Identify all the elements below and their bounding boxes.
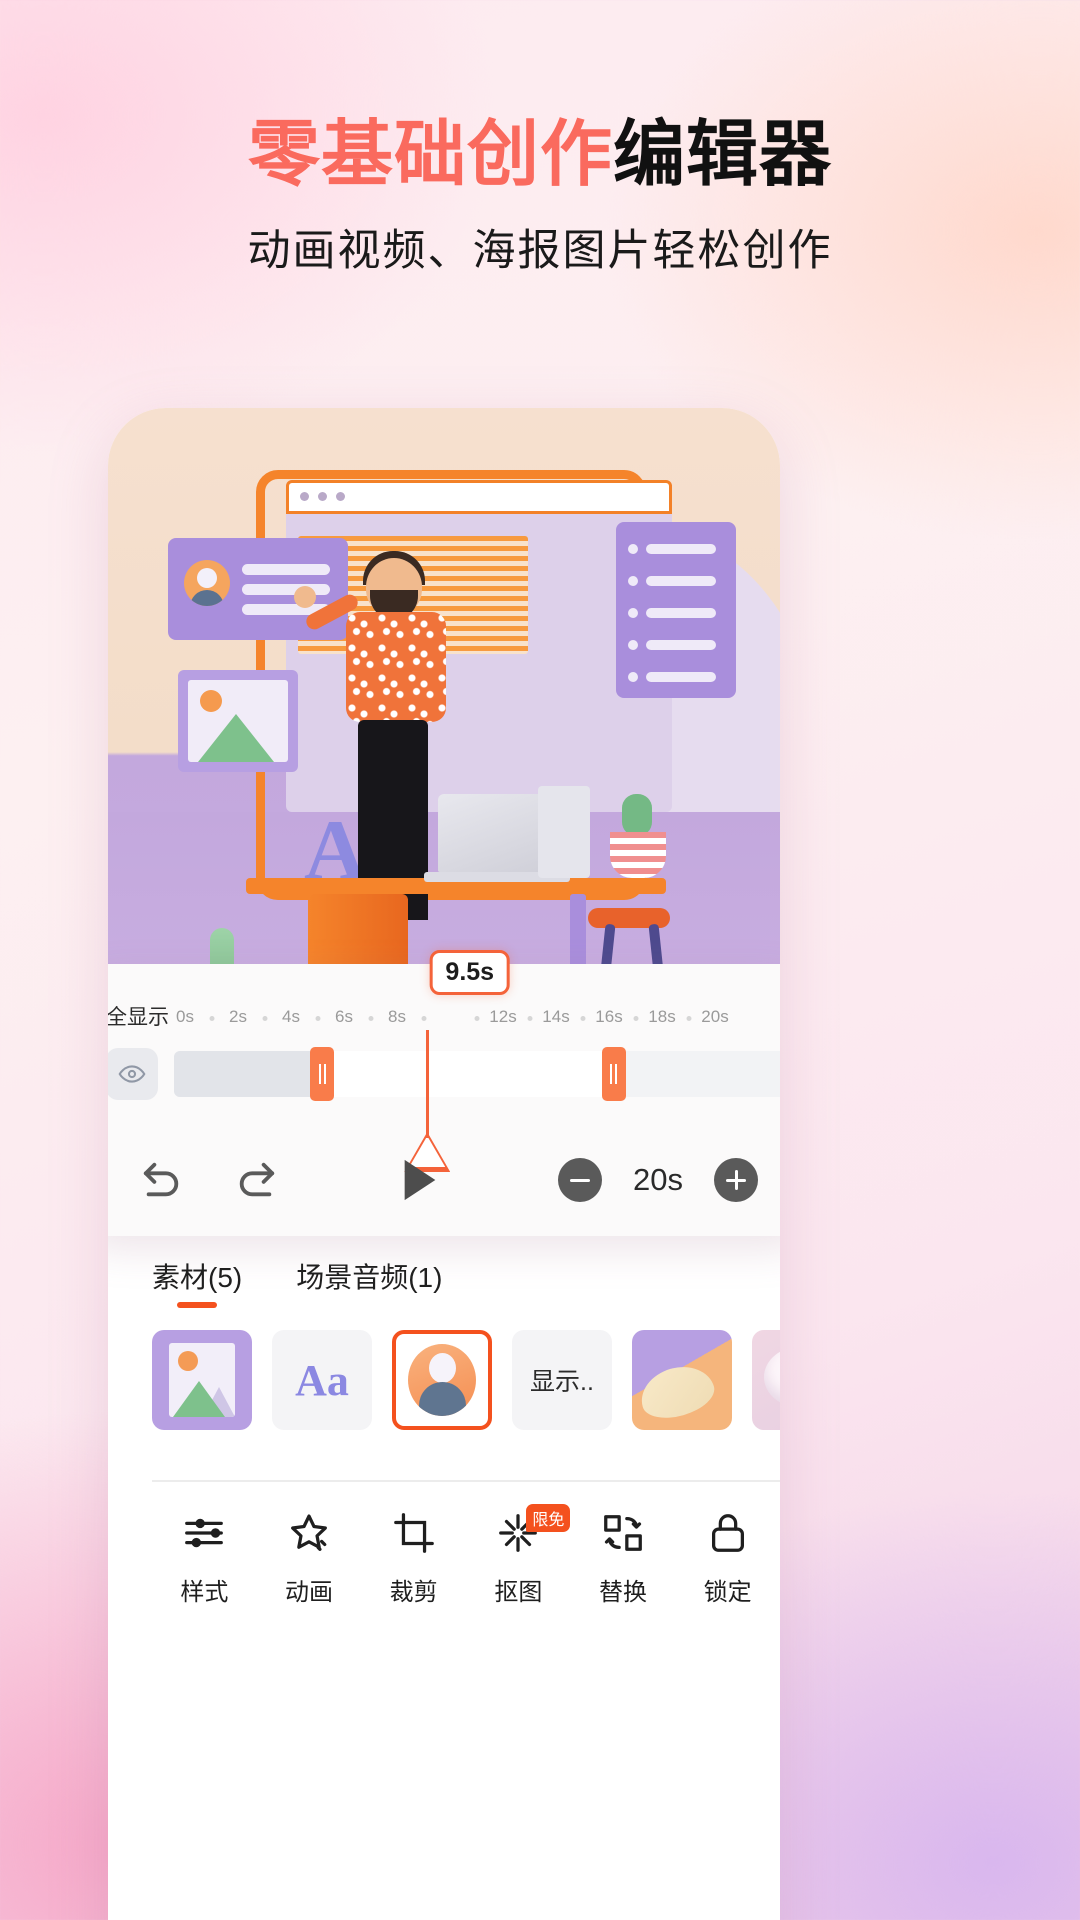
ruler-minor-tick: [315, 1016, 320, 1021]
toolbar-item-lock[interactable]: 锁定: [675, 1510, 780, 1607]
page-title-accent: 零基础创作: [247, 115, 613, 195]
page-title-dark: 编辑器: [613, 115, 833, 195]
toolbar-item-sliders[interactable]: 样式: [152, 1510, 257, 1607]
ruler-minor-tick: [633, 1016, 638, 1021]
ruler-tick: 18s: [648, 1007, 676, 1026]
ruler-minor-tick: [368, 1016, 373, 1021]
swap-icon: [600, 1510, 646, 1556]
text-thumbnail[interactable]: Aa: [272, 1330, 372, 1430]
tab-label: 场景音频(1): [296, 1262, 443, 1293]
trim-handle-right[interactable]: [601, 1047, 626, 1101]
redo-icon[interactable]: [230, 1159, 282, 1201]
tab-1[interactable]: 场景音频(1): [296, 1256, 442, 1308]
ruler-ticks: 0s 2s 4s 6s 8s 12s 14s 16s 18s 20s: [176, 1003, 780, 1029]
ruler-tick: 4s: [282, 1007, 300, 1026]
zoom-out-button[interactable]: [558, 1158, 602, 1202]
timeline-ruler[interactable]: 全显示 0s 2s 4s 6s 8s 12s 14s 16s 18s 20s: [108, 1002, 780, 1030]
ruler-tick: 16s: [595, 1007, 623, 1026]
edit-toolbar: 样式 动画 裁剪 限免 抠图 替换 锁定: [152, 1504, 780, 1630]
timeline-track[interactable]: [174, 1047, 780, 1101]
full-show-label[interactable]: 全显示: [108, 1001, 169, 1031]
ruler-minor-tick: [527, 1016, 532, 1021]
sliders-icon: [181, 1510, 227, 1556]
ruler-minor-tick: [580, 1016, 585, 1021]
toolbar-item-label: 裁剪: [389, 1579, 438, 1606]
current-time-badge[interactable]: 9.5s: [429, 950, 511, 995]
asset-thumbnail-list: Aa 显示..: [152, 1330, 780, 1442]
duration-label: 20s: [633, 1162, 683, 1197]
toolbar-item-magic-wand[interactable]: 限免抠图: [466, 1504, 571, 1607]
toolbar-item-swap[interactable]: 替换: [571, 1510, 676, 1607]
ruler-minor-tick: [686, 1016, 691, 1021]
magic-wand-icon: 限免: [495, 1504, 571, 1556]
avatar-glyph: [408, 1344, 476, 1416]
ruler-tick: 0s: [176, 1007, 194, 1026]
star-icon: [286, 1510, 332, 1556]
zoom-in-button[interactable]: [714, 1158, 758, 1202]
timeline-panel: 全显示 0s 2s 4s 6s 8s 12s 14s 16s 18s 20s 9.5s: [108, 950, 780, 1236]
show-thumbnail[interactable]: 显示..: [512, 1330, 612, 1430]
lock-icon: [705, 1510, 751, 1556]
toolbar-item-star[interactable]: 动画: [257, 1510, 362, 1607]
eye-icon[interactable]: [108, 1048, 158, 1100]
ruler-tick: 12s: [489, 1007, 517, 1026]
tab-label: 素材(5): [152, 1262, 243, 1293]
toolbar-item-label: 动画: [285, 1579, 333, 1606]
ruler-tick: 6s: [335, 1007, 353, 1026]
trim-handle-left[interactable]: [310, 1047, 335, 1101]
ruler-tick: 20s: [701, 1007, 729, 1026]
ruler-minor-tick: [262, 1016, 267, 1021]
thumbnail-label: 显示..: [530, 1368, 594, 1396]
ruler-minor-tick: [421, 1016, 426, 1021]
image-glyph: [169, 1343, 235, 1417]
play-icon[interactable]: [400, 1157, 440, 1203]
playback-controls: 20s: [108, 1142, 780, 1218]
ruler-tick: 8s: [388, 1007, 406, 1026]
toolbar-item-label: 替换: [599, 1579, 648, 1606]
image-thumbnail[interactable]: [152, 1330, 252, 1430]
toolbar-item-label: 锁定: [703, 1579, 752, 1606]
ruler-minor-tick: [474, 1016, 479, 1021]
preview-thumbnail-2[interactable]: [752, 1330, 780, 1430]
track-unused-region: [174, 1051, 323, 1097]
crop-icon: [391, 1510, 437, 1556]
page-subtitle: 动画视频、海报图片轻松创作: [247, 226, 833, 275]
phone-mockup: Aa 全显示 0s 2s 4s 6s 8s 12s 14s 16s 18s 20s 9.5s: [108, 408, 780, 1920]
playhead-line[interactable]: [425, 1030, 429, 1138]
toolbar-item-label: 样式: [180, 1579, 229, 1606]
text-glyph: Aa: [295, 1355, 349, 1405]
promo-header: 零基础创作编辑器 动画视频、海报图片轻松创作: [0, 115, 1080, 278]
preview-thumbnail-1[interactable]: [632, 1330, 732, 1430]
ruler-minor-tick: [209, 1016, 214, 1021]
undo-icon[interactable]: [136, 1159, 188, 1201]
page-title: 零基础创作编辑器: [0, 115, 1080, 195]
toolbar-item-label: 抠图: [494, 1579, 543, 1606]
toolbar-divider: [152, 1480, 780, 1482]
limited-free-badge: 限免: [526, 1504, 571, 1532]
tab-0[interactable]: 素材(5): [152, 1256, 242, 1308]
ruler-tick: 14s: [542, 1007, 570, 1026]
avatar-thumbnail[interactable]: [392, 1330, 492, 1430]
timeline-clip[interactable]: [322, 1051, 614, 1097]
timeline-track-row: [108, 1046, 780, 1102]
asset-tabs: 素材(5) 场景音频(1): [108, 1246, 780, 1318]
toolbar-item-crop[interactable]: 裁剪: [361, 1510, 466, 1607]
ruler-tick: 2s: [229, 1007, 247, 1026]
